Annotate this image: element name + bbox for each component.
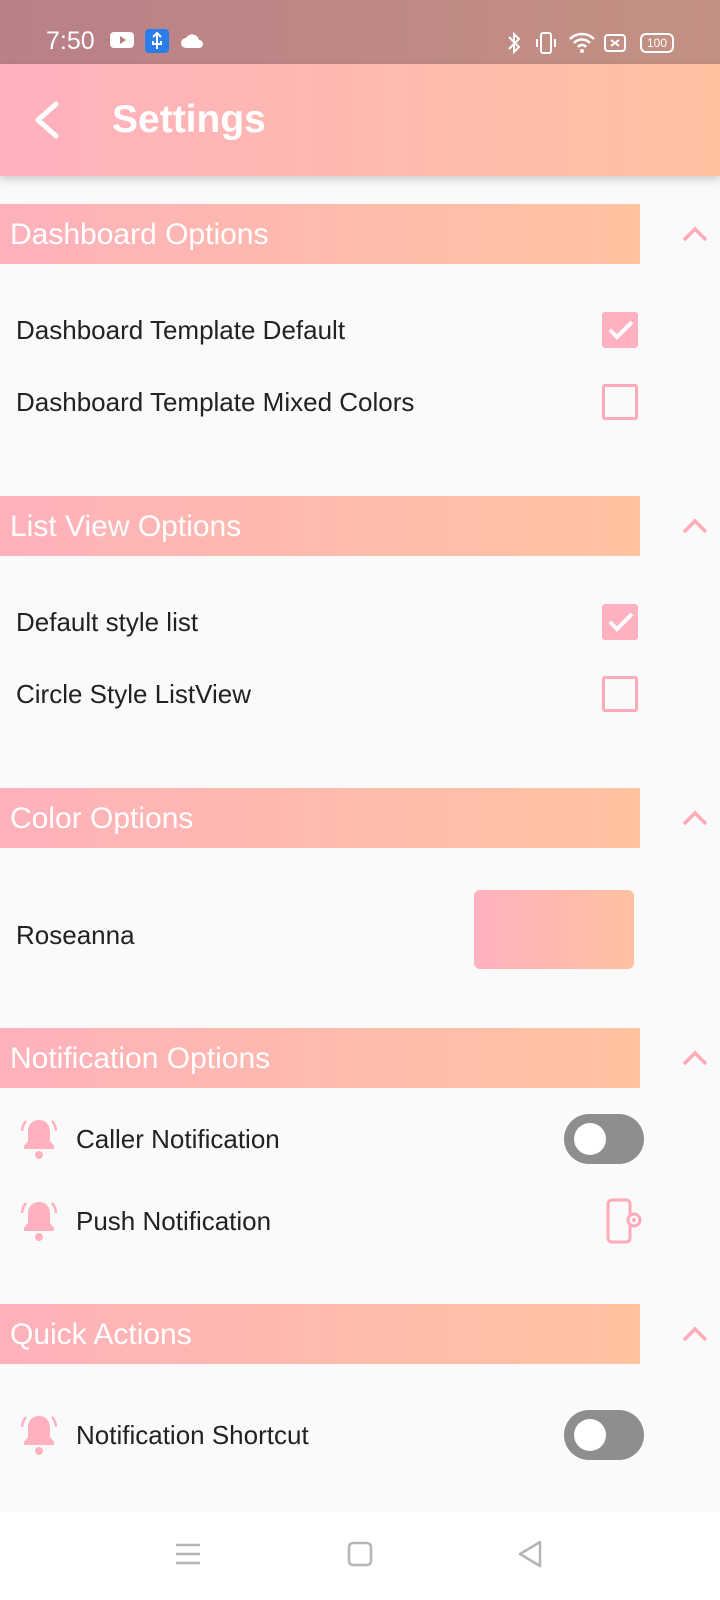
- toggle-knob: [574, 1123, 606, 1155]
- chevron-up-icon[interactable]: [680, 1048, 710, 1068]
- section-title-color: Color Options: [10, 802, 194, 835]
- sim-icon: [604, 34, 626, 52]
- dashboard-template-mixed-checkbox[interactable]: [602, 384, 638, 420]
- usb-icon: [145, 29, 169, 53]
- section-title-dashboard: Dashboard Options: [10, 218, 269, 251]
- push-notification-label: Push Notification: [76, 1206, 272, 1236]
- circle-style-listview-checkbox[interactable]: [602, 676, 638, 712]
- dashboard-template-default-checkbox[interactable]: [602, 312, 638, 348]
- bluetooth-icon: [508, 31, 521, 55]
- back-icon[interactable]: [510, 1534, 550, 1574]
- chevron-left-icon: [35, 101, 59, 139]
- chevron-up-icon[interactable]: [680, 516, 710, 536]
- page-title: Settings: [112, 98, 266, 141]
- youtube-icon: [110, 32, 134, 48]
- notification-shortcut-label: Notification Shortcut: [76, 1420, 309, 1450]
- section-header-dashboard[interactable]: Dashboard Options: [0, 204, 640, 264]
- color-name-label: Roseanna: [16, 920, 135, 950]
- status-time: 7:50: [46, 27, 95, 55]
- status-bar: 7:50 100: [0, 0, 720, 64]
- section-title-list-view: List View Options: [10, 510, 242, 543]
- battery-icon: 100: [640, 33, 674, 53]
- circle-style-listview-label: Circle Style ListView: [16, 679, 252, 709]
- toggle-knob: [574, 1419, 606, 1451]
- bell-icon: [20, 1416, 58, 1455]
- home-icon[interactable]: [340, 1534, 380, 1574]
- notification-shortcut-toggle[interactable]: [564, 1410, 644, 1460]
- wifi-icon: [569, 32, 595, 53]
- section-header-color[interactable]: Color Options: [0, 788, 640, 848]
- app-bar: Settings: [0, 64, 720, 176]
- chevron-up-icon[interactable]: [680, 1324, 710, 1344]
- dashboard-template-mixed-label: Dashboard Template Mixed Colors: [16, 387, 415, 417]
- dashboard-template-default-label: Dashboard Template Default: [16, 315, 346, 345]
- default-style-list-label: Default style list: [16, 607, 199, 637]
- chevron-up-icon[interactable]: [680, 808, 710, 828]
- cloud-icon: [181, 34, 203, 48]
- section-header-quick-actions[interactable]: Quick Actions: [0, 1304, 640, 1364]
- menu-icon[interactable]: [168, 1534, 208, 1574]
- caller-notification-label: Caller Notification: [76, 1124, 280, 1154]
- bell-icon: [20, 1202, 58, 1241]
- chevron-up-icon[interactable]: [680, 224, 710, 244]
- caller-notification-toggle[interactable]: [564, 1114, 644, 1164]
- navigation-bar: [0, 1512, 720, 1600]
- check-icon: [608, 320, 634, 340]
- battery-level: 100: [646, 36, 668, 50]
- section-title-notification: Notification Options: [10, 1042, 271, 1075]
- section-title-quick-actions: Quick Actions: [10, 1318, 192, 1351]
- section-header-list-view[interactable]: List View Options: [0, 496, 640, 556]
- section-header-notification[interactable]: Notification Options: [0, 1028, 640, 1088]
- check-icon: [608, 612, 634, 632]
- bell-icon: [20, 1120, 58, 1159]
- back-button[interactable]: [24, 92, 78, 148]
- default-style-list-checkbox[interactable]: [602, 604, 638, 640]
- vibrate-icon: [536, 32, 556, 54]
- phone-settings-icon[interactable]: [604, 1198, 644, 1244]
- color-swatch[interactable]: [474, 890, 634, 969]
